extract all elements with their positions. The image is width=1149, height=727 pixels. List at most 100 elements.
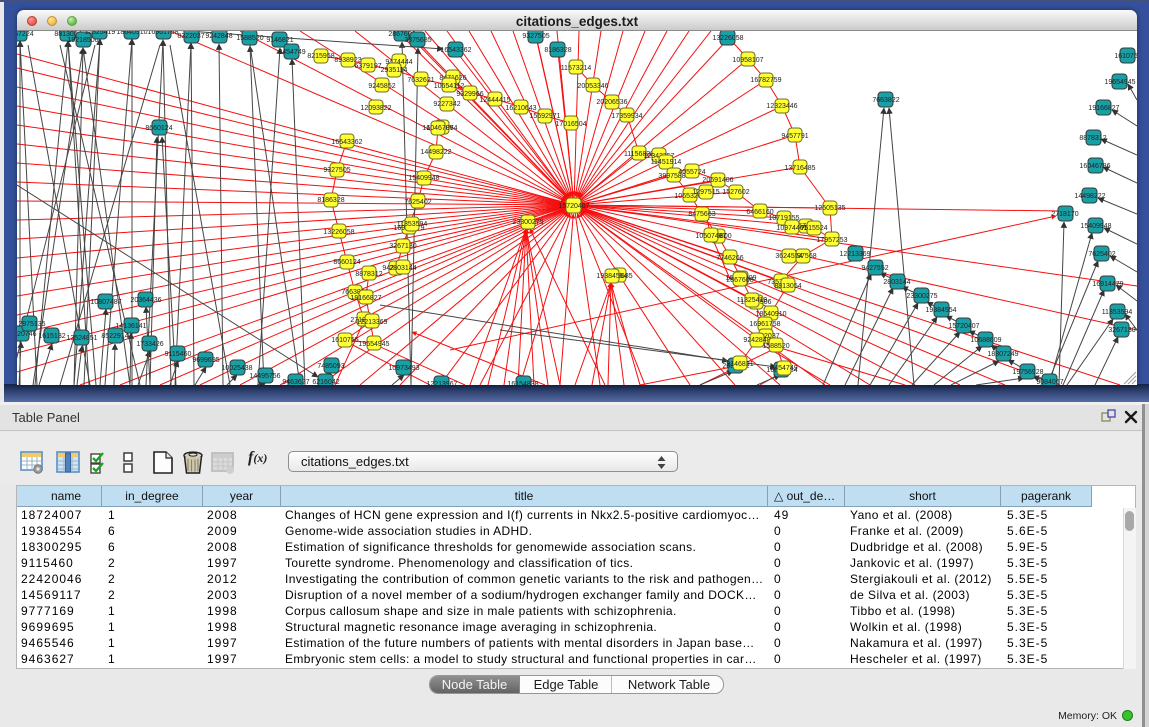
svg-text:8186328: 8186328 (317, 197, 344, 204)
svg-text:11573214: 11573214 (561, 65, 592, 72)
svg-text:2718170: 2718170 (1051, 211, 1078, 218)
svg-text:19756928: 19756928 (1012, 369, 1043, 376)
svg-text:9242848: 9242848 (205, 33, 232, 40)
svg-text:12975135: 12975135 (17, 321, 46, 328)
svg-text:14498222: 14498222 (420, 149, 451, 156)
svg-text:15720407: 15720407 (948, 323, 979, 330)
svg-text:7625402: 7625402 (404, 199, 431, 206)
svg-text:19654945: 19654945 (358, 341, 389, 348)
svg-text:9084067: 9084067 (1036, 379, 1063, 385)
svg-text:9227342: 9227342 (433, 101, 460, 108)
svg-text:12213369: 12213369 (356, 319, 387, 326)
svg-text:7632621: 7632621 (407, 77, 434, 84)
svg-text:19166827: 19166827 (1088, 105, 1119, 112)
svg-text:11353594: 11353594 (397, 221, 428, 228)
svg-text:15409948: 15409948 (408, 175, 439, 182)
svg-text:17359934: 17359934 (611, 113, 642, 120)
svg-text:8322037: 8322037 (177, 33, 204, 40)
svg-text:13226058: 13226058 (712, 35, 743, 42)
svg-text:2935114: 2935114 (381, 67, 408, 74)
svg-text:10688609: 10688609 (970, 337, 1001, 344)
svg-text:1733426: 1733426 (136, 341, 163, 348)
svg-text:19384554: 19384554 (925, 307, 956, 314)
svg-text:8522914: 8522914 (101, 333, 128, 340)
svg-text:13716485: 13716485 (784, 165, 815, 172)
svg-text:10974401: 10974401 (776, 225, 807, 232)
svg-text:20691406: 20691406 (702, 177, 733, 184)
svg-text:1615132: 1615132 (38, 333, 65, 340)
svg-text:19166827: 19166827 (350, 295, 381, 302)
svg-text:8475663: 8475663 (688, 211, 715, 218)
svg-text:14495756: 14495756 (249, 373, 280, 380)
svg-text:3267130: 3267130 (389, 243, 416, 250)
svg-text:9146821: 9146821 (266, 37, 293, 44)
svg-text:17016504: 17016504 (555, 121, 586, 128)
svg-text:16961758: 16961758 (749, 321, 780, 328)
svg-text:1588520: 1588520 (236, 35, 263, 42)
svg-text:10807487: 10807487 (90, 299, 121, 306)
svg-text:3875685: 3875685 (404, 37, 431, 44)
svg-text:2803144: 2803144 (389, 265, 416, 272)
svg-text:7746266: 7746266 (716, 255, 743, 262)
svg-text:6216042: 6216042 (312, 379, 339, 385)
svg-text:16120746: 16120746 (17, 331, 37, 338)
svg-text:8878312: 8878312 (1079, 135, 1106, 142)
svg-text:8454749: 8454749 (770, 365, 797, 372)
svg-text:16154838: 16154838 (507, 381, 538, 385)
svg-text:10973493: 10973493 (388, 365, 419, 372)
svg-text:16543362: 16543362 (440, 47, 471, 54)
svg-text:12505135: 12505135 (814, 205, 845, 212)
svg-text:9327505: 9327505 (522, 33, 549, 40)
svg-text:16210643: 16210643 (505, 105, 536, 112)
svg-text:9146821: 9146821 (726, 361, 753, 368)
svg-text:23300275: 23300275 (512, 219, 543, 226)
svg-text:19654945: 19654945 (1104, 79, 1135, 86)
svg-text:11451914: 11451914 (651, 159, 682, 166)
svg-text:7625402: 7625402 (1088, 251, 1115, 258)
svg-text:12444415: 12444415 (479, 97, 510, 104)
svg-text:16914479: 16914479 (1092, 281, 1123, 288)
svg-text:1610755: 1610755 (331, 337, 358, 344)
svg-text:9327505: 9327505 (323, 167, 350, 174)
svg-text:8454749: 8454749 (278, 49, 305, 56)
svg-text:9699695: 9699695 (192, 357, 219, 364)
svg-text:7357224: 7357224 (17, 31, 34, 38)
svg-text:1588520: 1588520 (762, 343, 789, 350)
svg-text:8215958: 8215958 (307, 53, 334, 60)
svg-text:12213369: 12213369 (839, 251, 870, 258)
svg-text:8660124: 8660124 (145, 125, 172, 132)
svg-text:18640910: 18640910 (116, 31, 147, 36)
svg-text:11325419: 11325419 (85, 31, 116, 36)
svg-text:16782759: 16782759 (750, 77, 781, 84)
svg-text:11353594: 11353594 (1102, 309, 1133, 316)
svg-text:9463627: 9463627 (282, 379, 309, 385)
svg-text:2867608: 2867608 (726, 277, 753, 284)
svg-text:14136141: 14136141 (115, 323, 146, 330)
svg-text:8660124: 8660124 (333, 259, 360, 266)
svg-text:9427552: 9427552 (861, 265, 888, 272)
svg-text:18807249: 18807249 (987, 351, 1018, 358)
svg-text:12213967: 12213967 (426, 381, 457, 385)
svg-text:8813054: 8813054 (774, 283, 801, 290)
svg-text:10958107: 10958107 (732, 57, 763, 64)
svg-text:9115460: 9115460 (165, 351, 192, 358)
svg-text:16046786: 16046786 (422, 125, 453, 132)
svg-text:20053346: 20053346 (577, 83, 608, 90)
svg-text:13226058: 13226058 (323, 229, 354, 236)
svg-text:2803144: 2803144 (883, 279, 910, 286)
svg-text:7663822: 7663822 (872, 97, 899, 104)
svg-text:10025438: 10025438 (221, 365, 252, 372)
svg-text:13524851: 13524851 (66, 335, 97, 342)
svg-text:4055724: 4055724 (678, 169, 705, 176)
svg-text:10507487: 10507487 (695, 233, 726, 240)
svg-text:11325419: 11325419 (737, 297, 768, 304)
svg-text:1610755: 1610755 (1114, 53, 1137, 60)
svg-text:3624554: 3624554 (775, 253, 802, 260)
svg-text:1527602: 1527602 (722, 189, 749, 196)
svg-text:23300275: 23300275 (906, 293, 937, 300)
svg-text:9457791: 9457791 (781, 133, 808, 140)
svg-text:16046786: 16046786 (1079, 163, 1110, 170)
svg-text:20206536: 20206536 (596, 99, 627, 106)
svg-text:19384554: 19384554 (596, 273, 627, 280)
svg-text:20364436: 20364436 (130, 297, 161, 304)
